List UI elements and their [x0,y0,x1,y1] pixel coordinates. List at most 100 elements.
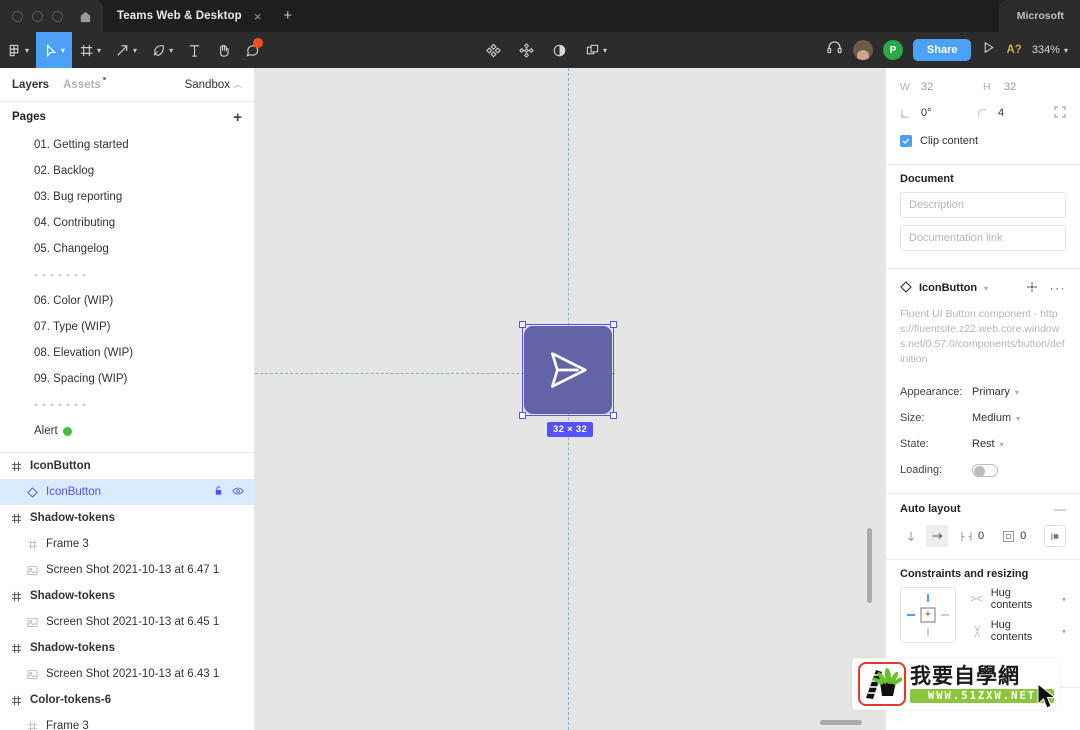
constraint-left-bar[interactable] [907,614,915,616]
prop-appearance-value[interactable]: Primary ▾ [972,386,1019,398]
prop-loading[interactable]: Loading: [900,457,1066,483]
padding-field[interactable]: 0 [1002,530,1026,543]
comment-icon[interactable] [238,32,267,68]
layer-row[interactable]: Frame 3 [0,531,254,557]
page-item[interactable]: 01. Getting started [0,132,254,158]
canvas-vertical-scrollbar[interactable] [867,528,872,603]
constraint-widget[interactable]: + [900,587,956,643]
document-section: Document Description Documentation link [886,165,1080,269]
swap-instance-icon[interactable] [1026,281,1038,296]
layer-row[interactable]: IconButton [0,453,254,479]
hand-icon[interactable] [209,32,238,68]
constraint-center-icon[interactable]: + [920,607,936,623]
menu-icon[interactable]: ▾ [0,32,36,68]
layer-row[interactable]: Frame 3 [0,713,254,730]
tab-assets[interactable]: Assets [63,76,106,91]
constraint-top-bar[interactable] [927,594,929,602]
prop-appearance[interactable]: Appearance: Primary ▾ [900,379,1066,405]
layer-row[interactable]: Color-tokens-6 [0,687,254,713]
play-icon[interactable] [981,40,996,60]
tab-layers[interactable]: Layers [12,79,49,91]
pen-icon[interactable]: ▾ [144,32,180,68]
resize-handle-br[interactable] [610,412,617,419]
shape-arrow-icon[interactable]: ▾ [108,32,144,68]
page-item[interactable]: 06. Color (WIP) [0,288,254,314]
page-item[interactable]: 02. Backlog [0,158,254,184]
window-maximize-button[interactable] [52,10,63,22]
prop-size-value[interactable]: Medium ▾ [972,412,1020,424]
layer-row[interactable]: IconButton [0,479,254,505]
eye-icon[interactable] [232,485,244,500]
accessibility-check-label[interactable]: A? [1006,44,1021,56]
component-header: IconButton ▾ ··· [900,277,1066,299]
zoom-control[interactable]: 334% ▾ [1032,44,1068,56]
components-icon[interactable] [479,32,508,68]
page-item[interactable]: 07. Type (WIP) [0,314,254,340]
file-name-dropdown[interactable]: Sandbox ︿ [185,79,242,91]
loading-toggle[interactable] [972,463,998,477]
page-item[interactable]: 04. Contributing [0,210,254,236]
prop-size[interactable]: Size: Medium ▾ [900,405,1066,431]
mask-icon[interactable]: ▾ [578,32,614,68]
toolbar: ▾ ▾ ▾ ▾ ▾ ▾ P Share A? 334% ▾ [0,32,1080,68]
move-cursor-icon[interactable]: ▾ [36,32,73,68]
documentation-link-input[interactable]: Documentation link [900,225,1066,251]
page-item[interactable]: 05. Changelog [0,236,254,262]
text-icon[interactable] [180,32,209,68]
page-item[interactable]: Alert [0,418,254,444]
headphones-icon[interactable] [826,39,843,61]
avatar-initial[interactable]: P [882,40,903,60]
description-input[interactable]: Description [900,192,1066,218]
window-close-button[interactable] [12,10,23,22]
corner-radius-field[interactable]: 4 [977,107,1054,119]
share-button[interactable]: Share [912,39,972,61]
resize-handle-bl[interactable] [519,412,526,419]
clip-content-row[interactable]: Clip content [900,128,1066,154]
file-tab[interactable]: Teams Web & Desktop × [103,0,272,32]
layer-row[interactable]: Screen Shot 2021-10-13 at 6.45 1 [0,609,254,635]
layer-row[interactable]: Shadow-tokens [0,505,254,531]
add-page-button[interactable]: + [233,110,242,125]
prop-state-value[interactable]: Rest ▾ [972,438,1004,450]
home-icon[interactable] [78,9,93,24]
page-item[interactable]: 03. Bug reporting [0,184,254,210]
resize-handle-tl[interactable] [519,321,526,328]
account-area[interactable]: Microsoft [998,0,1080,32]
item-spacing-field[interactable]: 0 [960,530,984,543]
resize-handle-tr[interactable] [610,321,617,328]
unlock-icon[interactable] [213,485,224,499]
arrow-right-icon[interactable] [926,525,948,547]
plugins-icon[interactable] [512,32,541,68]
close-icon[interactable]: × [254,10,262,23]
canvas[interactable]: 32 × 32 [255,68,886,730]
layer-row[interactable]: Shadow-tokens [0,583,254,609]
vertical-resize-row[interactable]: >< Hug contents ▾ [970,619,1066,643]
arrow-down-icon[interactable] [900,525,922,547]
width-field[interactable]: W 32 [900,81,983,93]
canvas-horizontal-scrollbar[interactable] [820,720,862,725]
dimensions-section: W 32 H 32 0° 4 Clip content [886,68,1080,165]
remove-auto-layout-button[interactable]: — [1054,502,1066,516]
frame-icon[interactable]: ▾ [72,32,108,68]
component-more-options-icon[interactable]: ··· [1050,282,1067,294]
constraint-bottom-bar[interactable] [927,628,929,636]
auto-layout-header: Auto layout — [900,502,1066,516]
new-tab-button[interactable]: + [271,0,304,32]
layer-row[interactable]: Screen Shot 2021-10-13 at 6.43 1 [0,661,254,687]
alignment-icon[interactable] [1044,525,1066,547]
chevron-down-icon[interactable]: ▾ [984,284,988,293]
page-item[interactable]: 08. Elevation (WIP) [0,340,254,366]
window-minimize-button[interactable] [32,10,43,22]
constraint-right-bar[interactable] [941,614,949,616]
rotation-field[interactable]: 0° [900,107,977,119]
avatar[interactable] [852,40,873,60]
page-item[interactable]: 09. Spacing (WIP) [0,366,254,392]
contrast-icon[interactable] [545,32,574,68]
prop-state[interactable]: State: Rest ▾ [900,431,1066,457]
layer-row[interactable]: Shadow-tokens [0,635,254,661]
clip-content-checkbox[interactable] [900,135,912,147]
independent-corners-icon[interactable] [1054,106,1066,121]
height-field[interactable]: H 32 [983,81,1066,93]
horizontal-resize-row[interactable]: >< Hug contents ▾ [970,587,1067,611]
layer-row[interactable]: Screen Shot 2021-10-13 at 6.47 1 [0,557,254,583]
